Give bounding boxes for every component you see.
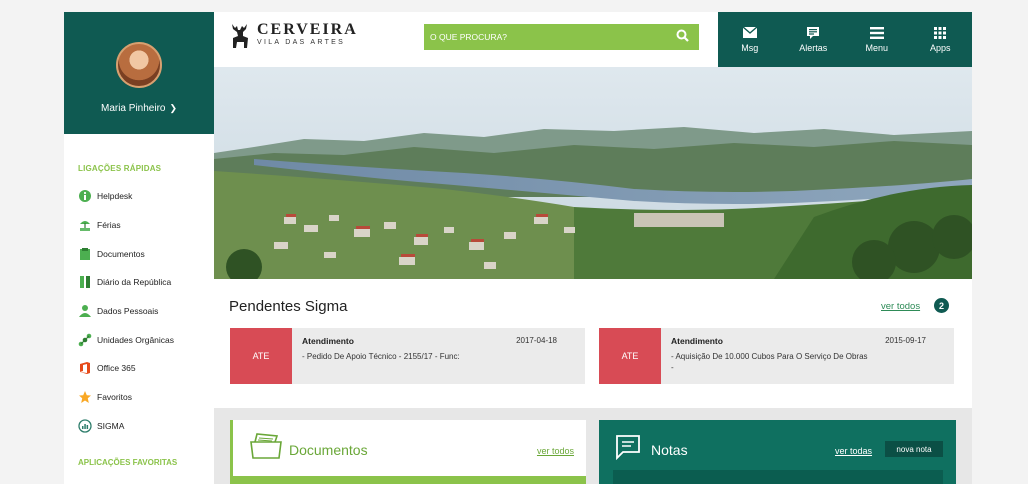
- nav-msg-label: Msg: [741, 42, 759, 53]
- sidebar-item-favoritos[interactable]: Favoritos: [64, 383, 214, 412]
- star-icon: [78, 390, 92, 404]
- pendente-description: - Pedido De Apoio Técnico - 2155/17 - Fu…: [302, 352, 460, 361]
- nav-menu[interactable]: Menu: [845, 12, 909, 67]
- scrollbar[interactable]: [1019, 0, 1028, 484]
- quick-links-title: LIGAÇÕES RÁPIDAS: [78, 164, 162, 173]
- pendente-card[interactable]: ATE Atendimento - Pedido De Apoio Técnic…: [230, 328, 585, 384]
- person-icon: [78, 304, 92, 318]
- notas-see-all-link[interactable]: ver todas: [835, 446, 872, 456]
- sidebar-item-label: Férias: [97, 220, 121, 231]
- pendente-body: Atendimento - Aquisição De 10.000 Cubos …: [661, 328, 954, 384]
- alert-icon: [807, 26, 820, 39]
- user-menu[interactable]: Maria Pinheiro ❯: [101, 103, 177, 114]
- sidebar-item-office365[interactable]: Office 365: [64, 354, 214, 383]
- sidebar-item-label: Unidades Orgânicas: [97, 334, 175, 345]
- sidebar-item-sigma[interactable]: SIGMA: [64, 412, 214, 441]
- user-name: Maria Pinheiro: [100, 103, 166, 114]
- pendente-date: 2017-04-18: [516, 336, 557, 345]
- sidebar-item-dados-pessoais[interactable]: Dados Pessoais: [64, 297, 214, 326]
- search-bar: [424, 24, 699, 50]
- pendente-card[interactable]: ATE Atendimento - Aquisição De 10.000 Cu…: [599, 328, 954, 384]
- sidebar-item-label: Diário da República: [97, 277, 172, 288]
- nav-apps[interactable]: Apps: [909, 12, 973, 67]
- sidebar-item-label: Dados Pessoais: [97, 306, 159, 317]
- sidebar-item-label: Helpdesk: [97, 191, 133, 202]
- info-icon: [78, 189, 92, 203]
- pendente-tag: ATE: [599, 328, 661, 384]
- nav-alertas-label: Alertas: [799, 42, 828, 53]
- mail-icon: [742, 25, 758, 39]
- search-input[interactable]: [430, 32, 650, 42]
- apps-icon: [934, 26, 947, 39]
- page: Maria Pinheiro ❯ LIGAÇÕES RÁPIDAS Helpde…: [0, 0, 1028, 484]
- pendentes-count-badge: 2: [934, 298, 949, 313]
- pendentes-see-all-link[interactable]: ver todos: [881, 301, 920, 312]
- documentos-panel: Documentos ver todos: [230, 420, 586, 484]
- nav-apps-label: Apps: [929, 42, 951, 53]
- new-note-button[interactable]: nova nota: [885, 441, 943, 457]
- chevron-down-icon: ❯: [169, 103, 178, 113]
- pendente-date: 2015-09-17: [885, 336, 926, 345]
- notas-content: [613, 470, 943, 484]
- nav-alertas[interactable]: Alertas: [782, 12, 846, 67]
- documentos-title: Documentos: [289, 442, 368, 458]
- sidebar-item-helpdesk[interactable]: Helpdesk: [64, 182, 214, 211]
- nav-msg[interactable]: Msg: [718, 12, 782, 67]
- holiday-icon: [78, 218, 92, 232]
- sidebar-item-label: Documentos: [97, 248, 145, 259]
- logo-title: CERVEIRA: [257, 21, 358, 38]
- org-icon: [78, 333, 92, 347]
- sidebar-item-documentos[interactable]: Documentos: [64, 239, 214, 268]
- app-frame: Maria Pinheiro ❯ LIGAÇÕES RÁPIDAS Helpde…: [64, 12, 972, 484]
- deer-logo-icon: [232, 24, 248, 48]
- documentos-see-all-link[interactable]: ver todos: [537, 446, 574, 456]
- favorite-apps-title: APLICAÇÕES FAVORITAS: [78, 458, 178, 468]
- documents-icon: [250, 433, 282, 459]
- office-icon: [78, 361, 92, 375]
- sidebar-item-label: SIGMA: [97, 420, 125, 431]
- pendente-body: Atendimento - Pedido De Apoio Técnico - …: [292, 328, 585, 384]
- avatar[interactable]: [116, 42, 162, 88]
- pendente-description: - Aquisição De 10.000 Cubos Para O Servi…: [671, 352, 868, 372]
- book-icon: [78, 275, 92, 289]
- folder-icon: [78, 247, 92, 261]
- logo[interactable]: CERVEIRA VILA DAS ARTES: [229, 22, 358, 50]
- nav-menu-label: Menu: [865, 42, 888, 53]
- header: CERVEIRA VILA DAS ARTES Msg: [214, 12, 972, 67]
- sigma-icon: [78, 419, 92, 433]
- sidebar-item-label: Favoritos: [97, 392, 132, 403]
- sidebar-item-ferias[interactable]: Férias: [64, 211, 214, 240]
- notas-panel: Notas ver todas nova nota: [599, 420, 956, 484]
- notas-title: Notas: [651, 442, 688, 458]
- logo-subtitle: VILA DAS ARTES: [257, 39, 346, 46]
- sidebar-item-unidades[interactable]: Unidades Orgânicas: [64, 325, 214, 354]
- notes-icon: [616, 435, 640, 460]
- pendente-tag: ATE: [230, 328, 292, 384]
- pendentes-title: Pendentes Sigma: [229, 298, 348, 315]
- banner-image: [214, 67, 972, 279]
- menu-icon: [869, 26, 884, 39]
- sidebar-item-label: Office 365: [97, 363, 136, 374]
- sidebar: Maria Pinheiro ❯ LIGAÇÕES RÁPIDAS Helpde…: [64, 12, 214, 484]
- search-icon[interactable]: [676, 29, 689, 45]
- quick-links-list: Helpdesk Férias Documentos Diário da Rep…: [64, 182, 214, 440]
- profile-panel: Maria Pinheiro ❯: [64, 12, 214, 134]
- sidebar-item-diario[interactable]: Diário da República: [64, 268, 214, 297]
- top-nav: Msg Alertas Menu Apps: [718, 12, 972, 67]
- documentos-list-bar: [230, 476, 586, 484]
